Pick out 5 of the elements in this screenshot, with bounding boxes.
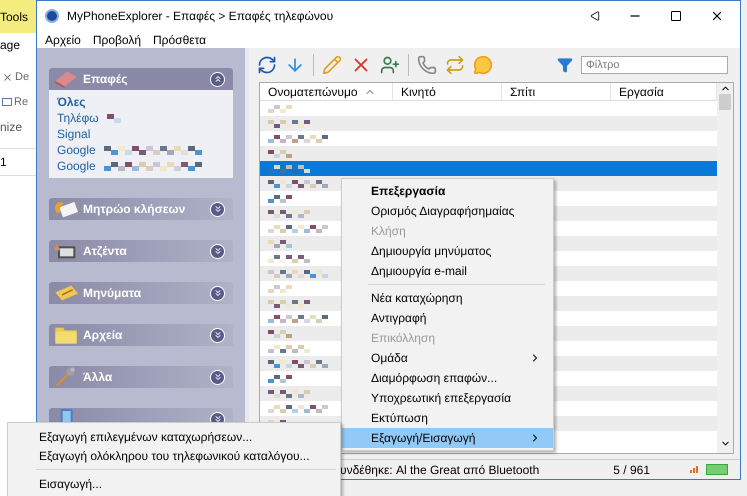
ribbon-group-label: nize — [0, 120, 22, 134]
contact-count: 5 / 961 — [613, 462, 650, 478]
status-text: υνδέθηκε: Al the Great από Bluetooth — [340, 462, 540, 478]
window-title: MyPhoneExplorer - Επαφές > Επαφές τηλεφώνου — [67, 8, 334, 25]
field-value: 1 — [0, 155, 7, 169]
